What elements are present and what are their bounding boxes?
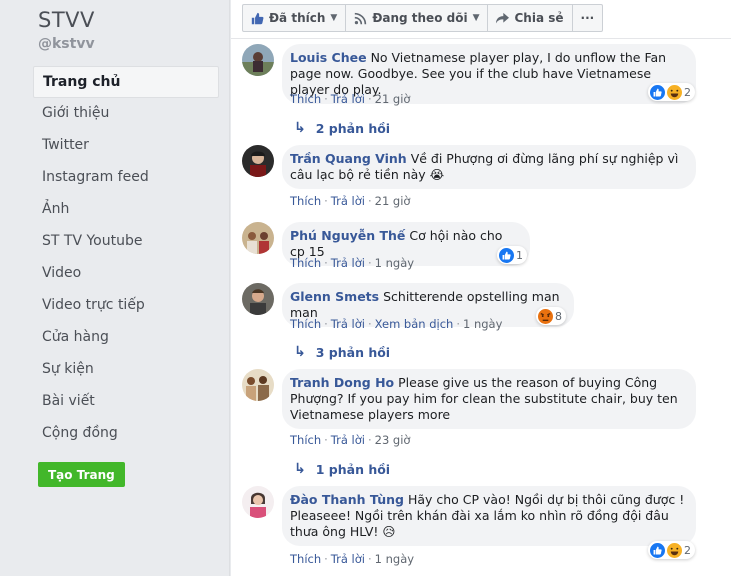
like-link[interactable]: Thích xyxy=(290,256,321,270)
chevron-down-icon: ▼ xyxy=(330,13,338,23)
replies-count: 3 phản hồi xyxy=(315,344,391,360)
comment-time[interactable]: 1 ngày xyxy=(463,317,502,331)
reaction-count: 1 xyxy=(516,248,523,262)
comment-author[interactable]: Đào Thanh Tùng xyxy=(290,492,404,507)
nav-item-events[interactable]: Sự kiện xyxy=(33,354,219,386)
page-handle[interactable]: @kstvv xyxy=(38,36,95,52)
comment-meta: Thích · Trả lời · Xem bản dịch · 1 ngày xyxy=(290,317,503,331)
comment-bubble: Tranh Dong Ho Please give us the reason o… xyxy=(282,369,696,429)
replies-count: 2 phản hồi xyxy=(315,120,391,136)
avatar[interactable] xyxy=(242,486,274,518)
reaction-summary[interactable]: 2 xyxy=(648,541,695,559)
reply-arrow-icon: ↳ xyxy=(294,120,306,136)
reaction-summary[interactable]: 8 xyxy=(536,307,566,325)
comment-bubble: Trần Quang Vinh Về đi Phượng ơi đừng lãng… xyxy=(282,145,696,189)
reply-link[interactable]: Trả lời xyxy=(331,433,365,447)
page-name[interactable]: STVV xyxy=(38,8,95,32)
comment-author[interactable]: Louis Chee xyxy=(290,50,367,65)
nav-item-community[interactable]: Cộng đồng xyxy=(33,418,219,450)
reply-link[interactable]: Trả lời xyxy=(331,552,365,566)
like-reaction-icon xyxy=(650,84,665,100)
nav-item-shop[interactable]: Cửa hàng xyxy=(33,322,219,354)
avatar[interactable] xyxy=(242,283,274,315)
nav-item-twitter[interactable]: Twitter xyxy=(33,130,219,162)
avatar[interactable] xyxy=(242,145,274,177)
more-options-button[interactable]: ··· xyxy=(573,5,603,31)
comment-meta: Thích · Trả lời · 1 ngày xyxy=(290,552,415,566)
reply-link[interactable]: Trả lời xyxy=(331,317,365,331)
reaction-count: 2 xyxy=(684,543,691,557)
view-replies-link[interactable]: ↳ 3 phản hồi xyxy=(294,344,390,360)
page-nav: Trang chủ Giới thiệu Twitter Instagram f… xyxy=(33,66,219,450)
reply-link[interactable]: Trả lời xyxy=(331,256,365,270)
comment-author[interactable]: Phú Nguyễn Thế xyxy=(290,228,405,243)
nav-item-posts[interactable]: Bài viết xyxy=(33,386,219,418)
chevron-down-icon: ▼ xyxy=(472,13,480,23)
nav-item-home[interactable]: Trang chủ xyxy=(33,66,219,98)
comment-time[interactable]: 1 ngày xyxy=(375,256,414,270)
like-reaction-icon xyxy=(499,247,514,263)
nav-item-instagram-feed[interactable]: Instagram feed xyxy=(33,162,219,194)
nav-item-videos[interactable]: Video xyxy=(33,258,219,290)
like-link[interactable]: Thích xyxy=(290,317,321,331)
like-link[interactable]: Thích xyxy=(290,92,321,106)
liked-label: Đã thích xyxy=(269,11,326,25)
following-label: Đang theo dõi xyxy=(372,11,468,25)
reaction-summary[interactable]: 2 xyxy=(648,83,695,101)
like-reaction-icon xyxy=(650,542,665,558)
comment-bubble: Đào Thanh Tùng Hãy cho CP vào! Ngồi dự bị… xyxy=(282,486,696,546)
thumbs-up-icon xyxy=(251,12,264,24)
nav-item-about[interactable]: Giới thiệu xyxy=(33,98,219,130)
reply-link[interactable]: Trả lời xyxy=(331,194,365,208)
comment-author[interactable]: Tranh Dong Ho xyxy=(290,375,394,390)
comment-author[interactable]: Glenn Smets xyxy=(290,289,379,304)
nav-item-photos[interactable]: Ảnh xyxy=(33,194,219,226)
comment-meta: Thích · Trả lời · 1 ngày xyxy=(290,256,415,270)
haha-reaction-icon xyxy=(667,84,682,100)
comment-time[interactable]: 21 giờ xyxy=(375,194,411,208)
share-button[interactable]: Chia sẻ xyxy=(488,5,573,31)
avatar[interactable] xyxy=(242,222,274,254)
reaction-summary[interactable]: 1 xyxy=(497,246,527,264)
comment-meta: Thích · Trả lời · 21 giờ xyxy=(290,194,411,208)
more-icon: ··· xyxy=(580,11,595,25)
comment-time[interactable]: 23 giờ xyxy=(375,433,411,447)
translate-link[interactable]: Xem bản dịch xyxy=(375,317,454,331)
like-link[interactable]: Thích xyxy=(290,552,321,566)
nav-item-youtube[interactable]: ST TV Youtube xyxy=(33,226,219,258)
liked-button[interactable]: Đã thích ▼ xyxy=(243,5,347,31)
view-replies-link[interactable]: ↳ 2 phản hồi xyxy=(294,120,390,136)
reaction-count: 2 xyxy=(684,85,691,99)
like-link[interactable]: Thích xyxy=(290,194,321,208)
following-button[interactable]: Đang theo dõi ▼ xyxy=(346,5,489,31)
divider xyxy=(231,38,731,39)
comment-author[interactable]: Trần Quang Vinh xyxy=(290,151,407,166)
rss-icon xyxy=(355,12,367,24)
reply-link[interactable]: Trả lời xyxy=(331,92,365,106)
comment-meta: Thích · Trả lời · 21 giờ xyxy=(290,92,411,106)
nav-item-live-video[interactable]: Video trực tiếp xyxy=(33,290,219,322)
reply-arrow-icon: ↳ xyxy=(294,461,306,477)
comment-time[interactable]: 21 giờ xyxy=(375,92,411,106)
avatar[interactable] xyxy=(242,369,274,401)
replies-count: 1 phản hồi xyxy=(315,461,391,477)
view-replies-link[interactable]: ↳ 1 phản hồi xyxy=(294,461,390,477)
reply-arrow-icon: ↳ xyxy=(294,344,306,360)
comment-time[interactable]: 1 ngày xyxy=(375,552,414,566)
haha-reaction-icon xyxy=(667,542,682,558)
page-action-bar: Đã thích ▼ Đang theo dõi ▼ Chia sẻ ··· xyxy=(242,4,604,32)
page-sidebar: STVV @kstvv Trang chủ Giới thiệu Twitter… xyxy=(0,0,230,576)
create-page-button[interactable]: Tạo Trang xyxy=(38,462,125,487)
comment-meta: Thích · Trả lời · 23 giờ xyxy=(290,433,411,447)
like-link[interactable]: Thích xyxy=(290,433,321,447)
share-label: Chia sẻ xyxy=(514,11,564,25)
avatar[interactable] xyxy=(242,44,274,76)
reaction-count: 8 xyxy=(555,309,562,323)
angry-reaction-icon xyxy=(538,308,553,324)
share-arrow-icon xyxy=(496,12,510,23)
